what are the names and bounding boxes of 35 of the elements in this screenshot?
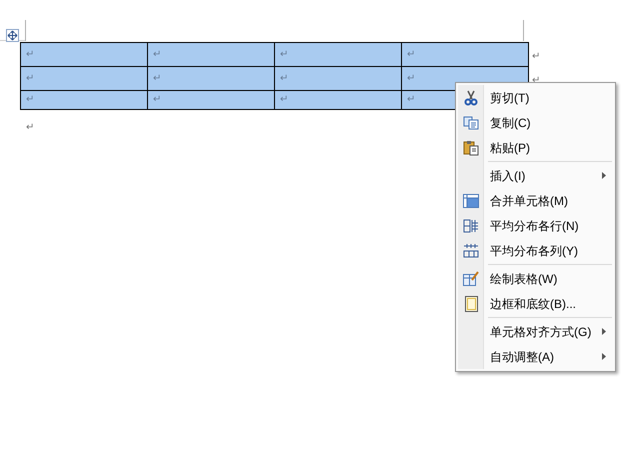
menu-item[interactable]: 自动调整(A) xyxy=(456,344,615,369)
page-border-icon xyxy=(464,296,478,312)
table-cell: ↵ xyxy=(148,66,274,90)
merge-cells-icon xyxy=(463,194,479,208)
distribute-rows-icon xyxy=(463,218,479,232)
copy-icon xyxy=(463,116,479,130)
table-cell: ↵ xyxy=(402,42,528,66)
clipboard-icon xyxy=(463,140,479,156)
row-end-mark: ↵ xyxy=(532,74,540,86)
menu-item[interactable]: 平均分布各行(N) xyxy=(456,213,615,238)
move-handle-icon[interactable] xyxy=(6,29,19,42)
table-cell: ↵ xyxy=(274,90,402,110)
submenu-arrow-icon xyxy=(602,328,606,335)
table-cell: ↵ xyxy=(148,90,274,110)
menu-item[interactable]: 单元格对齐方式(G) xyxy=(456,319,615,344)
menu-item[interactable]: 插入(I) xyxy=(456,163,615,188)
table-cell: ↵ xyxy=(20,42,148,66)
menu-item[interactable]: 粘贴(P) xyxy=(456,135,615,160)
paragraph-mark: ↵ xyxy=(26,122,34,133)
menu-item[interactable]: 复制(C) xyxy=(456,110,615,135)
menu-item[interactable]: 平均分布各列(Y) xyxy=(456,238,615,263)
draw-table-icon xyxy=(463,271,479,286)
table-cell: ↵ xyxy=(148,42,274,66)
row-end-mark: ↵ xyxy=(532,50,540,62)
table-cell: ↵ xyxy=(20,66,148,90)
menu-item[interactable]: 绘制表格(W) xyxy=(456,266,615,291)
table-cell: ↵ xyxy=(274,66,402,90)
submenu-arrow-icon xyxy=(602,353,606,360)
menu-item[interactable]: 边框和底纹(B)... xyxy=(456,291,615,316)
distribute-columns-icon xyxy=(463,244,479,258)
table-cell: ↵ xyxy=(274,42,402,66)
menu-item[interactable]: 合并单元格(M) xyxy=(456,188,615,213)
table-cell: ↵ xyxy=(20,90,148,110)
submenu-arrow-icon xyxy=(602,172,606,179)
scissors-icon xyxy=(464,90,478,106)
